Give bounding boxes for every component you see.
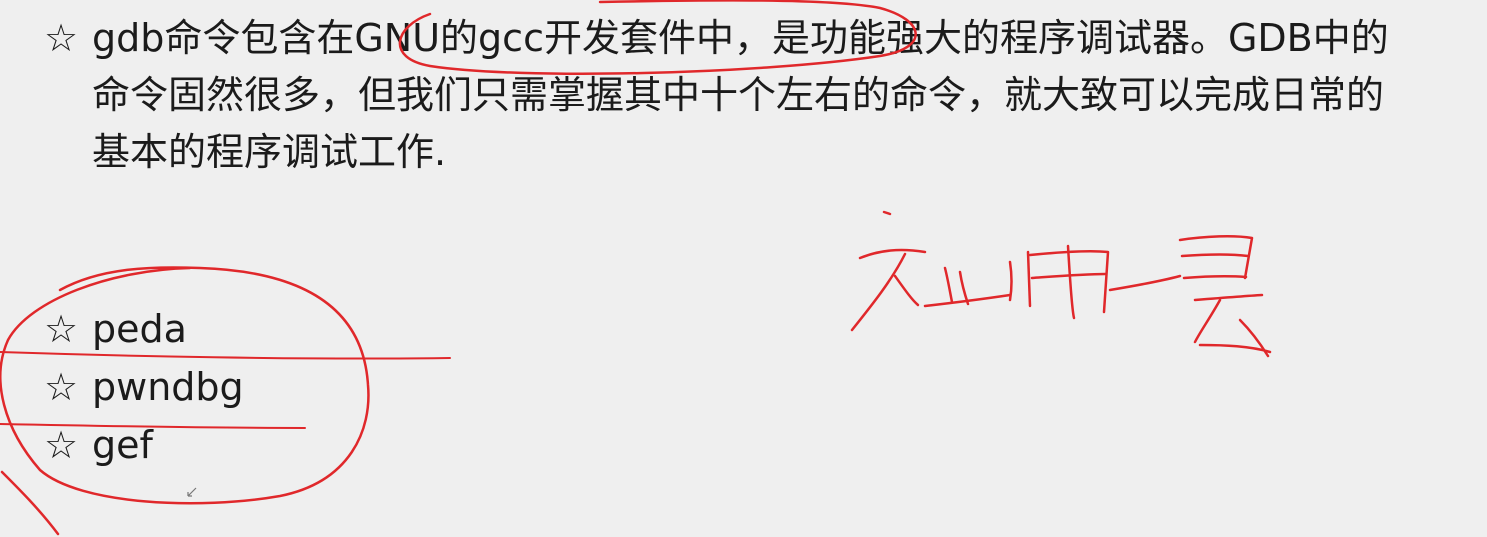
star-bullet-icon: ☆ — [44, 16, 79, 60]
list-item-label: gef — [92, 423, 153, 467]
list-item-gef: ☆ gef — [44, 416, 244, 474]
list-item-peda: ☆ peda — [44, 300, 244, 358]
ink-tail-stroke — [0, 470, 60, 536]
list-item-label: peda — [92, 307, 187, 351]
star-bullet-icon: ☆ — [44, 423, 79, 467]
gdb-description-paragraph: ☆ gdb命令包含在GNU的gcc开发套件中，是功能强大的程序调试器。GDB中的命… — [44, 10, 1424, 174]
star-bullet-icon: ☆ — [44, 365, 79, 409]
plugin-list: ☆ peda ☆ pwndbg ☆ gef — [44, 300, 244, 474]
paragraph-text: gdb命令包含在GNU的gcc开发套件中，是功能强大的程序调试器。GDB中的命令… — [92, 16, 1389, 174]
star-bullet-icon: ☆ — [44, 307, 79, 351]
slide: ☆ gdb命令包含在GNU的gcc开发套件中，是功能强大的程序调试器。GDB中的命… — [0, 0, 1487, 537]
cursor-icon — [187, 487, 197, 497]
list-item-label: pwndbg — [92, 365, 244, 409]
list-item-pwndbg: ☆ pwndbg — [44, 358, 244, 416]
handwritten-note-drawing — [850, 210, 1272, 358]
